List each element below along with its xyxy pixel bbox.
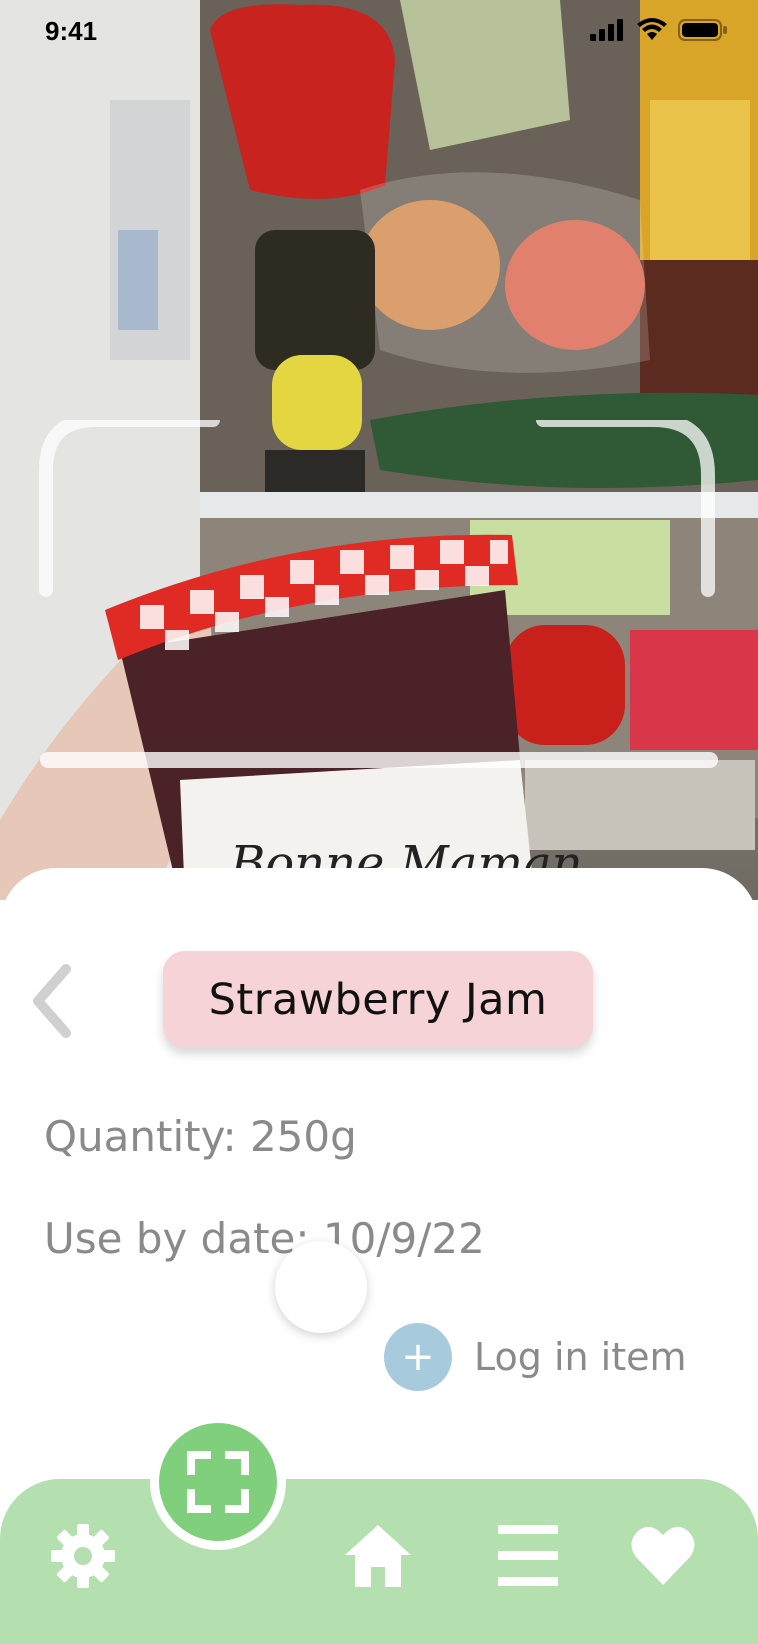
settings-icon — [51, 1524, 115, 1588]
nav-settings[interactable] — [50, 1523, 116, 1589]
back-chevron-icon[interactable] — [28, 963, 78, 1039]
drag-handle[interactable] — [275, 1241, 367, 1333]
scan-button[interactable] — [150, 1414, 286, 1550]
item-name: Strawberry Jam — [208, 974, 548, 1025]
status-bar: 9:41 — [0, 0, 758, 60]
nav-favorites[interactable] — [630, 1523, 696, 1589]
camera-view: Bonne Maman — [0, 0, 758, 900]
scan-icon — [187, 1451, 249, 1513]
plus-icon: + — [384, 1323, 452, 1391]
item-quantity: Quantity: 250g — [44, 1112, 357, 1161]
log-in-item-button[interactable]: + Log in item — [384, 1323, 687, 1391]
status-icons — [590, 18, 728, 42]
item-name-pill: Strawberry Jam — [163, 951, 593, 1048]
list-icon — [498, 1525, 558, 1586]
nav-home[interactable] — [343, 1521, 413, 1591]
status-time: 9:41 — [45, 16, 98, 46]
home-icon — [345, 1525, 411, 1587]
wifi-icon — [637, 18, 667, 40]
fridge-photo: Bonne Maman — [0, 0, 758, 900]
heart-icon — [631, 1526, 695, 1585]
nav-list[interactable] — [496, 1523, 560, 1587]
cellular-signal-icon — [590, 19, 623, 41]
log-in-item-label: Log in item — [474, 1335, 687, 1379]
item-use-by-date: Use by date: 10/9/22 — [44, 1214, 485, 1263]
battery-icon — [678, 19, 727, 41]
